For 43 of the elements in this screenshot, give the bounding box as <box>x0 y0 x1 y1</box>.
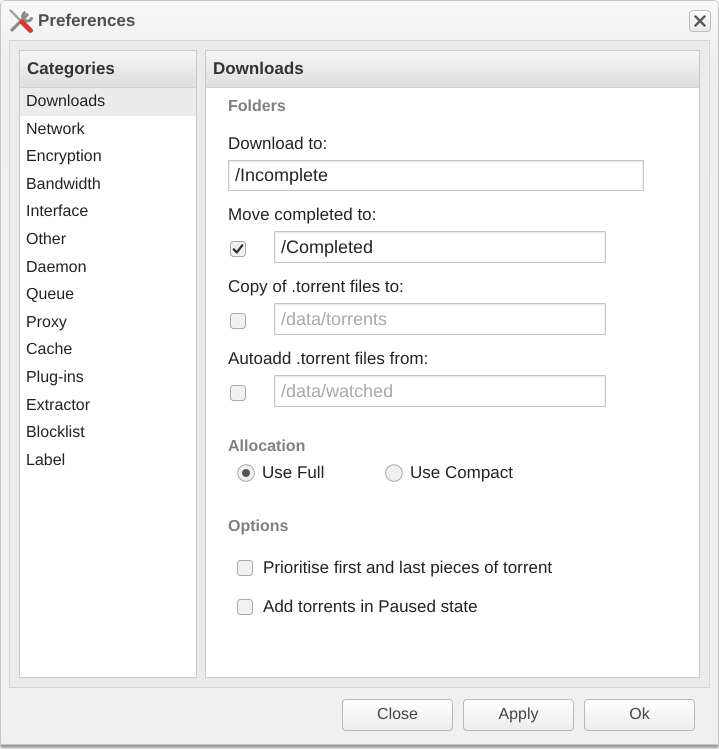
sidebar-item[interactable]: Blocklist <box>20 419 196 447</box>
sidebar-item[interactable]: Network <box>20 116 196 144</box>
sidebar-item[interactable]: Cache <box>20 336 196 364</box>
field-label: Download to: <box>228 133 328 155</box>
close-button[interactable] <box>689 10 711 32</box>
path-field[interactable]: /Completed <box>274 231 606 263</box>
sidebar-item[interactable]: Queue <box>20 281 196 309</box>
sidebar-item[interactable]: Daemon <box>20 254 196 282</box>
radio-button[interactable] <box>237 464 255 482</box>
field-label: Autoadd .torrent files from: <box>228 348 430 370</box>
checkbox-label: Add torrents in Paused state <box>263 596 478 618</box>
radio-label: Use Full <box>262 462 324 484</box>
checkbox[interactable] <box>237 599 253 615</box>
checkbox[interactable] <box>237 560 253 576</box>
panel-header: Downloads <box>206 51 699 88</box>
sidebar-item[interactable]: Other <box>20 226 196 254</box>
section-heading: Folders <box>228 98 287 116</box>
sidebar-header: Categories <box>20 51 196 88</box>
sidebar-item[interactable]: Label <box>20 446 196 474</box>
sidebar-item[interactable]: Bandwidth <box>20 170 196 198</box>
window-title: Preferences <box>38 10 136 30</box>
tools-icon <box>8 8 34 34</box>
sidebar-item[interactable]: Encryption <box>20 143 196 171</box>
sidebar-item[interactable]: Plug-ins <box>20 364 196 392</box>
dialog-button[interactable]: Apply <box>463 699 574 731</box>
close-icon <box>694 14 706 26</box>
path-field[interactable]: /Incomplete <box>228 160 644 191</box>
sidebar-item[interactable]: Downloads <box>20 88 196 116</box>
field-label: Copy of .torrent files to: <box>228 276 405 298</box>
dialog-button[interactable]: Close <box>342 699 453 731</box>
checkbox[interactable] <box>230 385 246 401</box>
radio-button[interactable] <box>385 464 403 482</box>
field-label: Move completed to: <box>228 204 378 226</box>
checkbox[interactable] <box>230 241 246 257</box>
sidebar-item[interactable]: Extractor <box>20 392 196 420</box>
checkbox-label: Prioritise first and last pieces of torrent <box>263 557 552 579</box>
section-heading: Allocation <box>228 438 306 456</box>
section-heading: Options <box>228 518 290 536</box>
checkbox[interactable] <box>230 313 246 329</box>
sidebar-item[interactable]: Proxy <box>20 308 196 336</box>
radio-label: Use Compact <box>410 462 513 484</box>
sidebar-item[interactable]: Interface <box>20 198 196 226</box>
dialog-button[interactable]: Ok <box>584 699 695 731</box>
